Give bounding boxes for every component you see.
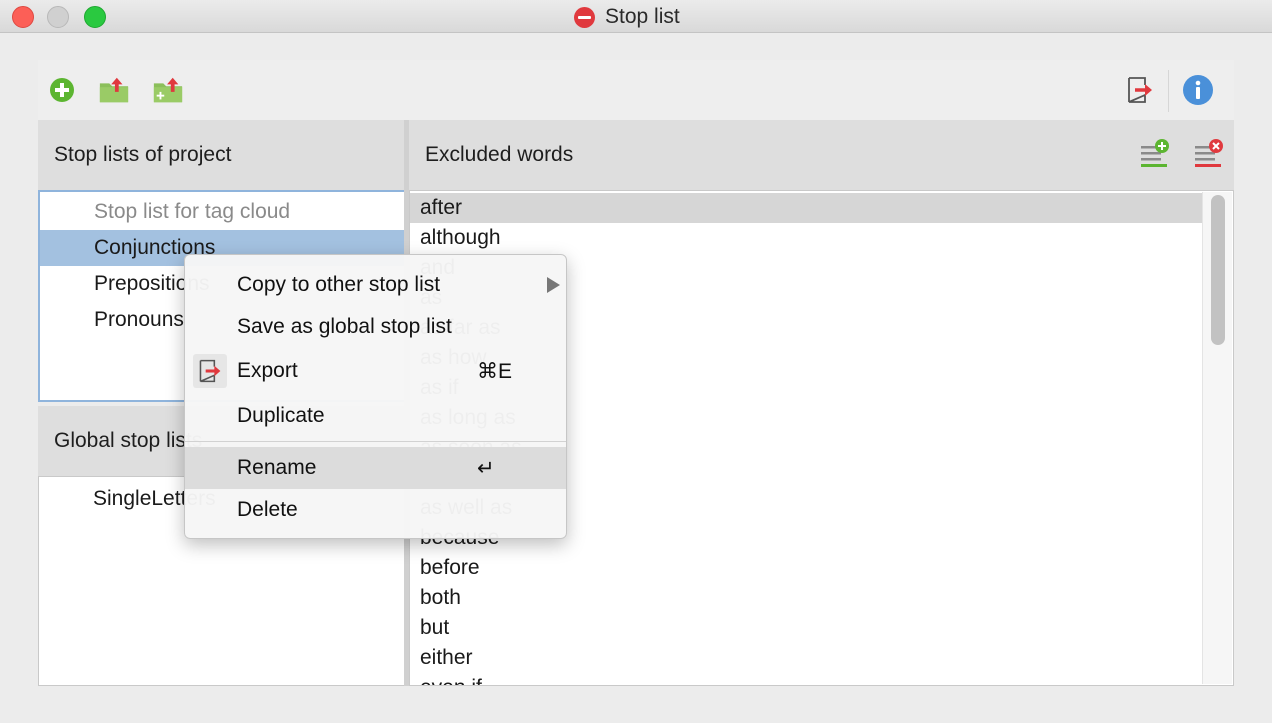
list-item[interactable]: but	[410, 613, 1203, 643]
excluded-words-title: Excluded words	[425, 143, 574, 166]
menu-item-label: Save as global stop list	[237, 315, 452, 338]
info-button[interactable]	[1182, 74, 1214, 106]
scrollbar-thumb[interactable]	[1211, 195, 1225, 345]
menu-item-label: Rename	[237, 456, 317, 479]
info-icon	[1183, 75, 1213, 105]
menu-item-shortcut: ↵	[477, 456, 495, 480]
window-title-group: Stop list	[574, 5, 680, 29]
list-item[interactable]: although	[410, 223, 1203, 253]
export-button[interactable]	[1124, 74, 1156, 106]
list-item[interactable]: even if	[410, 673, 1203, 685]
export-icon	[1128, 77, 1152, 103]
words-scrollbar[interactable]	[1202, 192, 1232, 684]
menu-separator	[185, 441, 566, 442]
list-item[interactable]: before	[410, 553, 1203, 583]
menu-item-label: Copy to other stop list	[237, 273, 441, 296]
context-menu: Copy to other stop list Save as global s…	[184, 254, 567, 539]
folder-import-icon	[99, 77, 129, 103]
window-close-button[interactable]	[12, 6, 34, 28]
project-lists-header: Stop lists of project	[38, 120, 404, 190]
toolbar	[38, 60, 1234, 120]
remove-word-button[interactable]	[1193, 138, 1225, 172]
import-stop-list-button[interactable]	[98, 74, 130, 106]
project-lists-title: Stop lists of project	[54, 143, 232, 166]
menu-item-shortcut: ⌘E	[477, 359, 513, 383]
list-item[interactable]: either	[410, 643, 1203, 673]
menu-item-copy-to-other-stop-list[interactable]: Copy to other stop list	[185, 264, 566, 306]
list-item[interactable]: both	[410, 583, 1203, 613]
export-icon	[193, 354, 227, 388]
menu-item-rename[interactable]: Rename ↵	[185, 447, 566, 489]
list-add-icon	[1141, 139, 1169, 167]
menu-item-label: Delete	[237, 498, 298, 521]
import-add-stop-list-button[interactable]	[152, 74, 184, 106]
stop-icon	[574, 6, 595, 28]
title-bar: Stop list	[0, 0, 1272, 33]
global-lists-title: Global stop lists	[54, 429, 203, 452]
plus-circle-icon	[50, 78, 74, 102]
list-remove-icon	[1195, 139, 1223, 167]
list-item[interactable]: Stop list for tag cloud	[40, 194, 404, 230]
add-stop-list-button[interactable]	[46, 74, 78, 106]
menu-item-label: Duplicate	[237, 404, 325, 427]
toolbar-separator	[1168, 70, 1169, 112]
folder-add-import-icon	[153, 77, 183, 103]
window-title: Stop list	[605, 5, 680, 28]
excluded-words-header: Excluded words	[409, 120, 1234, 190]
menu-item-save-as-global[interactable]: Save as global stop list	[185, 306, 566, 348]
menu-item-duplicate[interactable]: Duplicate	[185, 395, 566, 437]
menu-item-label: Export	[237, 359, 298, 382]
list-item[interactable]: after	[410, 193, 1203, 223]
window-zoom-button[interactable]	[84, 6, 106, 28]
menu-item-delete[interactable]: Delete	[185, 489, 566, 531]
menu-item-export[interactable]: Export ⌘E	[185, 350, 566, 392]
window-minimize-button[interactable]	[47, 6, 69, 28]
add-word-button[interactable]	[1139, 138, 1171, 172]
submenu-arrow-icon	[547, 277, 560, 293]
